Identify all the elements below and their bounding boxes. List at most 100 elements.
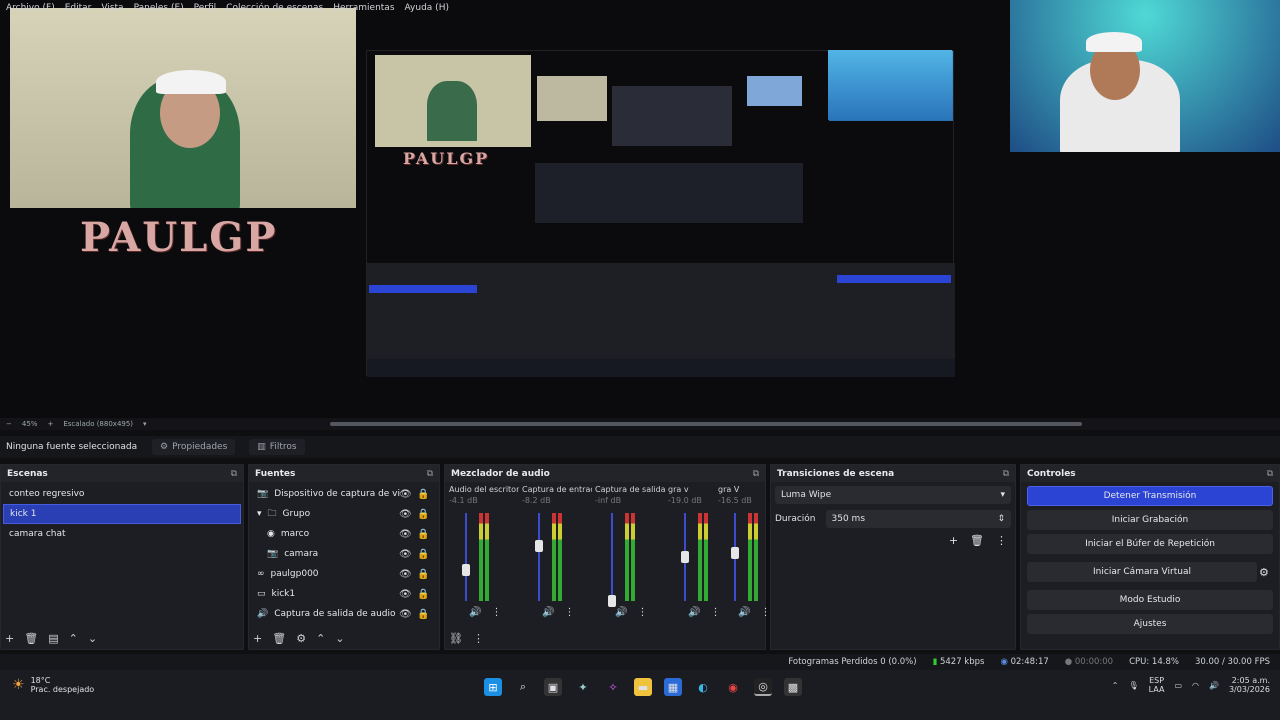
dock-undock-icon[interactable]: ⧉ [231, 469, 237, 479]
chevron-down-icon[interactable]: ▾ [143, 420, 147, 428]
source-item[interactable]: ▾ 🗀 Grupo 👁 🔒 [251, 504, 429, 524]
chevron-up-icon[interactable]: ⌃ [1112, 681, 1119, 690]
arrow-up-icon[interactable]: ⌃ [69, 632, 78, 645]
fader-knob[interactable] [681, 551, 689, 563]
dock-undock-icon[interactable]: ⧉ [753, 469, 759, 479]
windows-start-icon[interactable]: ⊞ [484, 678, 502, 696]
dock-undock-icon[interactable]: ⧉ [1003, 469, 1009, 479]
lock-icon[interactable]: 🔒 [417, 609, 429, 620]
speaker-icon[interactable]: 🔊 [469, 607, 481, 618]
edge-icon[interactable]: ◐ [694, 678, 712, 696]
monitor-icon[interactable]: ▭ [1174, 681, 1182, 690]
zoom-out-icon[interactable]: − [6, 420, 12, 428]
link-icon[interactable]: ⛓ [449, 632, 463, 645]
eye-icon[interactable]: 👁 [399, 549, 412, 560]
speaker-icon[interactable]: 🔊 [1209, 681, 1219, 690]
eye-icon[interactable]: 👁 [399, 589, 412, 600]
speaker-icon[interactable]: 🔊 [688, 607, 700, 618]
menu-edit[interactable]: Editar [65, 3, 92, 13]
studio-mode-button[interactable]: Modo Estudio [1027, 590, 1273, 610]
source-item[interactable]: 📷 camara 👁 🔒 [251, 544, 429, 564]
file-explorer-icon[interactable]: ▬ [634, 678, 652, 696]
transition-select[interactable]: Luma Wipe ▾ [775, 486, 1011, 504]
chrome-icon[interactable]: ◉ [724, 678, 742, 696]
lock-icon[interactable]: 🔒 [417, 589, 429, 600]
spin-icon[interactable]: ⇕ [997, 514, 1005, 524]
settings-button[interactable]: Ajustes [1027, 614, 1273, 634]
source-item[interactable]: ∞ paulgp000 👁 🔒 [251, 564, 429, 584]
lock-icon[interactable]: 🔒 [417, 489, 429, 500]
volume-fader[interactable] [538, 513, 540, 601]
volume-fader[interactable] [611, 513, 613, 601]
preview-canvas[interactable]: PAULGP PAULGP [0, 0, 1280, 418]
lock-icon[interactable]: 🔒 [417, 569, 429, 580]
microphone-icon[interactable]: 🎙 [1128, 681, 1138, 690]
properties-button[interactable]: ⚙ Propiedades [152, 439, 236, 455]
replay-buffer-button[interactable]: Iniciar el Búfer de Repetición [1027, 534, 1273, 554]
wifi-icon[interactable]: ◠ [1192, 681, 1199, 690]
duration-input[interactable]: 350 ms ⇕ [825, 510, 1011, 528]
zoom-in-icon[interactable]: + [47, 420, 53, 428]
steam-icon[interactable]: ✦ [574, 678, 592, 696]
fader-knob[interactable] [731, 546, 739, 559]
eye-icon[interactable]: 👁 [399, 529, 412, 540]
lock-icon[interactable]: 🔒 [417, 509, 429, 520]
more-icon[interactable]: ⋮ [473, 632, 484, 645]
arrow-down-icon[interactable]: ⌄ [88, 632, 97, 645]
chevron-down-icon[interactable]: ▾ [257, 509, 262, 519]
store-icon[interactable]: ▦ [664, 678, 682, 696]
speaker-icon[interactable]: 🔊 [738, 607, 750, 618]
clock-time[interactable]: 2:05 a.m. [1229, 676, 1270, 685]
more-icon[interactable]: ⋮ [491, 607, 501, 618]
preview-scrollbar[interactable] [0, 418, 1280, 430]
eye-icon[interactable]: 👁 [399, 569, 412, 580]
eye-icon[interactable]: 👁 [399, 509, 412, 520]
arrow-up-icon[interactable]: ⌃ [316, 632, 325, 645]
menu-view[interactable]: Vista [101, 3, 123, 13]
scene-item-selected[interactable]: kick 1 [3, 504, 241, 524]
source-item[interactable]: 📷 Dispositivo de captura de video👁 🔒 [251, 484, 429, 504]
gear-icon[interactable]: ⚙ [296, 632, 306, 645]
arrow-down-icon[interactable]: ⌄ [335, 632, 344, 645]
speaker-icon[interactable]: 🔊 [615, 607, 627, 618]
source-item[interactable]: ▭ kick1 👁 🔒 [251, 584, 429, 604]
filters-button[interactable]: ▥ Filtros [249, 439, 305, 455]
dock-undock-icon[interactable]: ⧉ [427, 469, 433, 479]
obs-icon[interactable]: ◎ [754, 678, 772, 696]
more-icon[interactable]: ⋮ [637, 607, 647, 618]
task-view-icon[interactable]: ▣ [544, 678, 562, 696]
copilot-icon[interactable]: ✧ [604, 678, 622, 696]
add-icon[interactable]: + [253, 632, 262, 645]
menu-docks[interactable]: Paneles (E) [134, 3, 184, 13]
gear-icon[interactable]: ⚙ [1259, 566, 1279, 579]
language[interactable]: ESP [1149, 676, 1165, 685]
trash-icon[interactable]: 🗑 [970, 534, 984, 547]
source-item[interactable]: 🔊 Captura de salida de audio 👁 🔒 [251, 604, 429, 624]
menu-profile[interactable]: Perfil [194, 3, 217, 13]
speaker-icon[interactable]: 🔊 [542, 607, 554, 618]
menu-tools[interactable]: Herramientas [333, 3, 394, 13]
search-icon[interactable]: ⌕ [514, 678, 532, 696]
stop-stream-button[interactable]: Detener Transmisión [1027, 486, 1273, 506]
scene-item[interactable]: conteo regresivo [3, 484, 241, 504]
fader-knob[interactable] [535, 540, 543, 553]
virtual-camera-button[interactable]: Iniciar Cámara Virtual [1027, 562, 1257, 582]
trash-icon[interactable]: 🗑 [24, 632, 38, 645]
scene-item[interactable]: camara chat [3, 524, 241, 544]
eye-icon[interactable]: 👁 [399, 489, 412, 500]
menu-scene-collection[interactable]: Colección de escenas [226, 3, 323, 13]
volume-fader[interactable] [465, 513, 467, 601]
menu-file[interactable]: Archivo (F) [6, 3, 55, 13]
fader-knob[interactable] [608, 595, 616, 607]
trash-icon[interactable]: 🗑 [272, 632, 286, 645]
add-icon[interactable]: + [5, 632, 14, 645]
dock-undock-icon[interactable]: ⧉ [1267, 469, 1273, 479]
weather-widget[interactable]: ☀ 18°C Prac. despejado [12, 676, 94, 694]
app-icon[interactable]: ▩ [784, 678, 802, 696]
eye-icon[interactable]: 👁 [399, 609, 412, 620]
source-item[interactable]: ◉ marco 👁 🔒 [251, 524, 429, 544]
more-icon[interactable]: ⋮ [996, 534, 1007, 547]
start-recording-button[interactable]: Iniciar Grabación [1027, 510, 1273, 530]
lock-icon[interactable]: 🔒 [417, 549, 429, 560]
menu-help[interactable]: Ayuda (H) [405, 3, 449, 13]
